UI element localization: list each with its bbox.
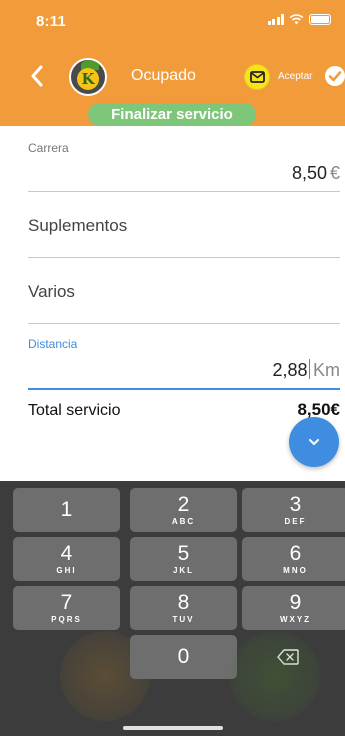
distancia-field[interactable]: Distancia 2,88 Km <box>28 324 340 390</box>
envelope-icon <box>250 71 265 83</box>
key-2[interactable]: 2 ABC <box>130 488 237 532</box>
key-0[interactable]: 0 <box>130 635 237 679</box>
delete-key[interactable] <box>235 636 342 680</box>
finish-service-button[interactable]: Finalizar servicio <box>88 103 256 126</box>
key-9[interactable]: 9 WXYZ <box>242 586 345 630</box>
suplementos-placeholder: Suplementos <box>28 216 128 235</box>
status-time: 8:11 <box>36 13 66 30</box>
app-header: 8:11 K Ocupado Aceptar Finalizar servici… <box>0 0 345 126</box>
status-icons <box>267 14 331 25</box>
key-1[interactable]: 1 <box>13 488 120 532</box>
key-7[interactable]: 7 PQRS <box>13 586 120 630</box>
collapse-keyboard-button[interactable] <box>289 417 339 467</box>
varios-field[interactable]: Varios <box>28 258 340 324</box>
wifi-icon <box>289 14 304 25</box>
suplementos-field[interactable]: Suplementos <box>28 192 340 258</box>
carrera-field[interactable]: Carrera 8,50 € <box>28 130 340 192</box>
taxi-state-label: Ocupado <box>131 67 196 84</box>
key-6[interactable]: 6 MNO <box>242 537 345 581</box>
chevron-left-icon[interactable] <box>28 65 46 87</box>
text-caret <box>308 359 310 379</box>
chevron-down-icon <box>309 439 319 445</box>
total-row: Total servicio 8,50€ <box>28 400 340 422</box>
key-8[interactable]: 8 TUV <box>130 586 237 630</box>
battery-icon <box>309 14 331 25</box>
distancia-value: 2,88 Km <box>272 359 340 380</box>
home-indicator <box>123 726 223 730</box>
message-button[interactable] <box>244 64 270 90</box>
check-circle-icon[interactable] <box>325 66 345 86</box>
key-4[interactable]: 4 GHI <box>13 537 120 581</box>
app-logo: K <box>69 58 107 96</box>
numeric-keyboard: 1 2 ABC 3 DEF 4 GHI 5 JKL 6 MNO 7 PQRS 8 TUV 9W… <box>0 481 345 736</box>
carrera-label: Carrera <box>28 141 69 155</box>
carrera-unit: € <box>329 163 340 183</box>
status-bar: 8:11 <box>0 0 345 44</box>
key-5[interactable]: 5 JKL <box>130 537 237 581</box>
distancia-label: Distancia <box>28 337 78 351</box>
nav-bar: K Ocupado Aceptar <box>0 56 345 96</box>
accept-label[interactable]: Aceptar <box>278 71 312 82</box>
carrera-value: 8,50 € <box>291 163 340 183</box>
backspace-icon <box>277 649 299 665</box>
varios-placeholder: Varios <box>28 282 75 301</box>
key-3[interactable]: 3 DEF <box>242 488 345 532</box>
distancia-unit: Km <box>313 360 340 380</box>
signal-icon <box>267 14 284 25</box>
total-label: Total servicio <box>28 402 121 419</box>
